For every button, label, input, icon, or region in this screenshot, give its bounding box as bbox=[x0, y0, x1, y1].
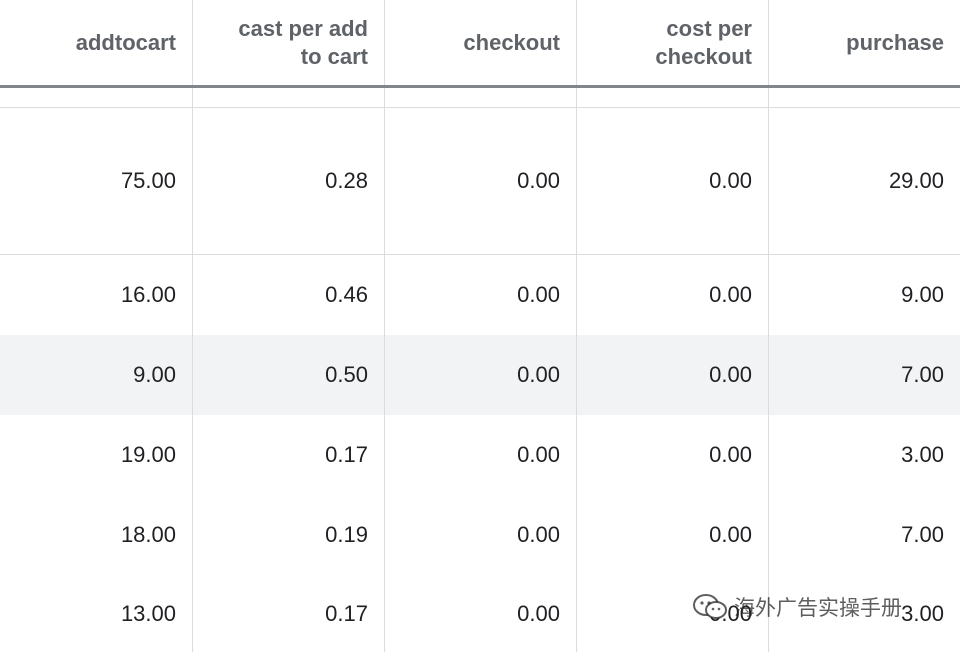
cell-purchase: 7.00 bbox=[901, 522, 944, 547]
cell-purchase: 29.00 bbox=[888, 168, 944, 193]
cell-checkout: 0.00 bbox=[385, 495, 577, 575]
cell-addtocart: 75.00 bbox=[0, 108, 193, 254]
summary-spacer-row bbox=[0, 88, 960, 108]
column-header-cost-per-checkout[interactable]: cost per checkout bbox=[577, 0, 769, 86]
table-cell bbox=[385, 88, 577, 107]
table-cell bbox=[577, 88, 769, 107]
column-header-label: cost per checkout bbox=[655, 16, 752, 69]
table-row[interactable]: 75.00 0.28 0.00 0.00 29.00 bbox=[0, 108, 960, 255]
cell-cost-per-add-to-cart: 0.17 bbox=[193, 575, 385, 652]
cell-cost-per-checkout: 0.00 bbox=[577, 335, 769, 415]
cell-addtocart: 9.00 bbox=[0, 335, 193, 415]
metrics-table: addtocart cast per add to cart checkout … bbox=[0, 0, 960, 652]
table-row[interactable]: 13.00 0.17 0.00 0.00 3.00 bbox=[0, 575, 960, 652]
cell-cost-per-checkout: 0.00 bbox=[577, 575, 769, 652]
cell-addtocart: 18.00 bbox=[0, 495, 193, 575]
cell-cost-per-add-to-cart: 0.28 bbox=[193, 108, 385, 254]
cell-addtocart: 13.00 bbox=[0, 575, 193, 652]
table-cell bbox=[193, 88, 385, 107]
cell-cost-per-add-to-cart: 0.17 bbox=[193, 415, 385, 495]
cell-purchase: 3.00 bbox=[901, 600, 944, 626]
cell-purchase: 9.00 bbox=[901, 282, 944, 307]
table-header: addtocart cast per add to cart checkout … bbox=[0, 0, 960, 86]
cell-cost-per-checkout: 0.00 bbox=[577, 415, 769, 495]
table-row[interactable]: 19.00 0.17 0.00 0.00 3.00 bbox=[0, 415, 960, 495]
cell-cost-per-add-to-cart: 0.46 bbox=[193, 255, 385, 335]
column-header-label: cast per add to cart bbox=[238, 16, 368, 69]
cell-cost-per-add-to-cart: 0.19 bbox=[193, 495, 385, 575]
cell-purchase: 7.00 bbox=[901, 362, 944, 387]
cell-checkout: 0.00 bbox=[385, 108, 577, 254]
column-header-cost-per-add-to-cart[interactable]: cast per add to cart bbox=[193, 0, 385, 86]
cell-checkout: 0.00 bbox=[385, 575, 577, 652]
cell-addtocart: 19.00 bbox=[0, 415, 193, 495]
cell-checkout: 0.00 bbox=[385, 335, 577, 415]
column-header-label: checkout bbox=[463, 30, 560, 55]
column-header-checkout[interactable]: checkout bbox=[385, 0, 577, 86]
column-header-label: purchase bbox=[846, 30, 944, 55]
cell-checkout: 0.00 bbox=[385, 415, 577, 495]
cell-cost-per-add-to-cart: 0.50 bbox=[193, 335, 385, 415]
table-row-highlighted[interactable]: 9.00 0.50 0.00 0.00 7.00 bbox=[0, 335, 960, 415]
cell-cost-per-checkout: 0.00 bbox=[577, 495, 769, 575]
cell-cost-per-checkout: 0.00 bbox=[577, 108, 769, 254]
cell-checkout: 0.00 bbox=[385, 255, 577, 335]
cell-cost-per-checkout: 0.00 bbox=[577, 255, 769, 335]
cell-purchase: 3.00 bbox=[901, 442, 944, 467]
column-header-addtocart[interactable]: addtocart bbox=[0, 0, 193, 86]
table-cell bbox=[0, 88, 193, 107]
column-header-label: addtocart bbox=[75, 30, 176, 55]
table-row[interactable]: 18.00 0.19 0.00 0.00 7.00 bbox=[0, 495, 960, 575]
table-cell bbox=[769, 88, 960, 107]
cell-addtocart: 16.00 bbox=[0, 255, 193, 335]
column-header-purchase[interactable]: purchase bbox=[769, 0, 960, 86]
table-row[interactable]: 16.00 0.46 0.00 0.00 9.00 bbox=[0, 255, 960, 335]
